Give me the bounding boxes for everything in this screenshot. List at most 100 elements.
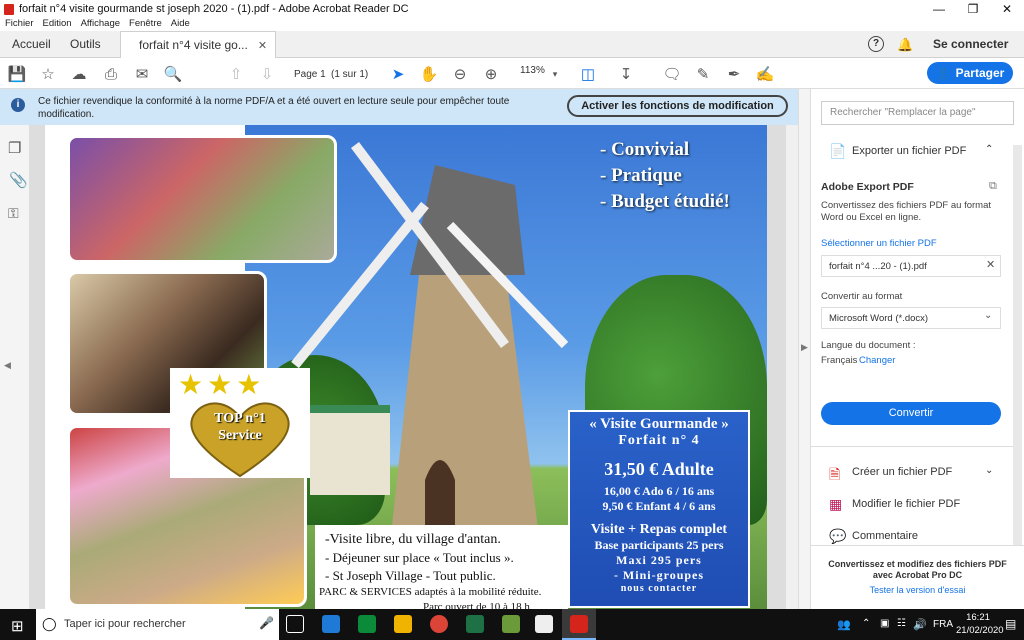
export-options-icon[interactable]: ⧉: [989, 180, 997, 193]
clock-time[interactable]: 16:21: [956, 612, 1000, 623]
title-bar: forfait n°4 visite gourmande st joseph 2…: [0, 0, 1024, 18]
convert-button[interactable]: Convertir: [821, 402, 1001, 425]
menu-bar: Fichier Edition Affichage Fenêtre Aide: [0, 18, 1024, 31]
bookmark-star-icon[interactable]: ☆: [37, 63, 59, 85]
windows-start-icon[interactable]: ⊞: [11, 617, 24, 635]
remove-file-icon[interactable]: ✕: [986, 258, 995, 271]
info-icon: i: [11, 98, 25, 112]
menu-fichier[interactable]: Fichier: [5, 18, 34, 31]
export-pdf-label[interactable]: Exporter un fichier PDF: [852, 145, 966, 157]
battery-icon[interactable]: ▣: [880, 618, 889, 629]
enable-editing-button[interactable]: Activer les fonctions de modification: [567, 95, 788, 117]
save-icon[interactable]: 💾: [6, 63, 28, 85]
select-cursor-icon[interactable]: ➤: [387, 63, 409, 85]
bell-icon[interactable]: 🔔: [897, 37, 913, 53]
sign-icon[interactable]: ✒: [723, 63, 745, 85]
panel-collapse-strip[interactable]: ▶: [798, 89, 811, 609]
comment-icon[interactable]: 🗨: [661, 63, 683, 85]
search-icon[interactable]: 🔍: [162, 63, 184, 85]
certificate-icon[interactable]: ⚿: [8, 205, 19, 222]
export-description: Convertissez des fichiers PDF au format …: [821, 200, 992, 223]
chevron-down-icon[interactable]: ⌄: [985, 465, 993, 476]
page-number-field[interactable]: Page 1: [294, 65, 326, 83]
upload-cloud-icon[interactable]: ☁: [68, 63, 90, 85]
edge-icon[interactable]: [322, 615, 340, 633]
offer-box: « Visite Gourmande » Forfait n° 4 31,50 …: [568, 410, 750, 608]
mill-tower: [390, 265, 540, 545]
notifications-icon[interactable]: ▤: [1005, 617, 1016, 631]
export-pdf-icon: 📄: [829, 143, 847, 159]
page-up-icon[interactable]: ⇧: [225, 63, 247, 85]
selected-file-field: forfait n°4 ...20 - (1).pdf: [821, 255, 1001, 277]
top-service-badge: ★★★ TOP n°1 Service: [170, 368, 310, 478]
chevron-up-icon[interactable]: ⌃: [985, 144, 993, 155]
hand-tool-icon[interactable]: ✋: [418, 63, 440, 85]
zoom-in-icon[interactable]: ⊕: [480, 63, 502, 85]
taskbar-search-box[interactable]: ◯ Taper ici pour rechercher 🎤: [36, 609, 279, 640]
paint-icon[interactable]: [502, 615, 520, 633]
task-view-icon[interactable]: [286, 615, 304, 633]
offer-ado: 16,00 € Ado 6 / 16 ans: [603, 484, 715, 498]
tab-outils[interactable]: Outils: [70, 31, 101, 58]
comment-label[interactable]: Commentaire: [852, 530, 918, 542]
info-message: Ce fichier revendique la conformité à la…: [38, 96, 510, 120]
media-player-icon[interactable]: [358, 615, 376, 633]
pages-thumbnail-icon[interactable]: ❐: [8, 139, 21, 157]
people-icon[interactable]: 👥: [837, 618, 851, 631]
excel-icon[interactable]: [466, 615, 484, 633]
close-window-button[interactable]: ✕: [990, 0, 1024, 18]
panel-scrollbar[interactable]: [1013, 145, 1022, 545]
zoom-out-icon[interactable]: ⊖: [449, 63, 471, 85]
panel-search-input[interactable]: Rechercher "Remplacer la page": [821, 101, 1014, 125]
document-scrollbar[interactable]: [786, 125, 798, 609]
restore-button[interactable]: ❐: [956, 0, 990, 18]
slogan-1: - Convivial: [600, 139, 690, 160]
expand-left-icon[interactable]: ◀: [4, 360, 11, 371]
close-tab-icon[interactable]: ✕: [258, 40, 267, 52]
volume-icon[interactable]: 🔊: [913, 618, 927, 631]
network-icon[interactable]: ☷: [897, 618, 906, 629]
share-button[interactable]: 👤 Partager: [927, 62, 1013, 84]
menu-fenetre[interactable]: Fenêtre: [129, 18, 162, 31]
taskbar: ⊞ ◯ Taper ici pour rechercher 🎤 👥 ⌃ ▣ ☷ …: [0, 609, 1024, 640]
menu-affichage[interactable]: Affichage: [81, 18, 120, 31]
attachment-icon[interactable]: 📎: [9, 171, 28, 189]
tab-accueil[interactable]: Accueil: [12, 31, 51, 58]
format-select[interactable]: Microsoft Word (*.docx): [821, 307, 1001, 329]
page-down-icon[interactable]: ⇩: [256, 63, 278, 85]
scroll-mode-icon[interactable]: ↧: [615, 63, 637, 85]
minimize-button[interactable]: —: [922, 0, 956, 18]
fill-sign-icon[interactable]: ✍: [754, 63, 776, 85]
slogan-2: - Pratique: [600, 165, 682, 186]
menu-aide[interactable]: Aide: [171, 18, 190, 31]
highlight-pen-icon[interactable]: ✎: [692, 63, 714, 85]
collapse-panel-icon[interactable]: ▶: [801, 342, 808, 353]
taskbar-search-icon: ◯: [42, 616, 57, 631]
adobe-export-title: Adobe Export PDF: [821, 181, 914, 193]
microphone-icon[interactable]: 🎤: [259, 616, 274, 630]
tab-document[interactable]: forfait n°4 visite go... ✕: [120, 31, 277, 59]
notepad-icon[interactable]: [535, 615, 553, 633]
help-icon[interactable]: ?: [868, 36, 884, 52]
acrobat-taskbar-icon: [570, 615, 588, 633]
email-icon[interactable]: ✉: [131, 63, 153, 85]
offer-mini: - Mini-groupes: [613, 568, 705, 582]
zoom-level[interactable]: 113%: [520, 65, 545, 76]
trial-link[interactable]: Tester la version d'essai: [811, 585, 1024, 595]
chrome-icon[interactable]: [430, 615, 448, 633]
select-file-link[interactable]: Sélectionner un fichier PDF: [821, 238, 937, 249]
change-lang-link[interactable]: Changer: [859, 355, 895, 366]
acrobat-taskbar-button[interactable]: [562, 609, 596, 640]
tray-chevron-icon[interactable]: ⌃: [862, 618, 870, 629]
print-icon[interactable]: ⎙: [100, 63, 122, 85]
convert-to-label: Convertir au format: [821, 291, 903, 302]
fit-page-icon[interactable]: ◫: [577, 63, 599, 85]
input-language[interactable]: FRA: [933, 619, 953, 630]
menu-edition[interactable]: Edition: [43, 18, 72, 31]
zoom-dropdown-icon[interactable]: ▾: [544, 63, 566, 85]
sign-in-link[interactable]: Se connecter: [933, 37, 1008, 51]
create-pdf-label[interactable]: Créer un fichier PDF: [852, 466, 952, 478]
clock-date[interactable]: 21/02/2020: [956, 625, 1004, 636]
edit-pdf-label[interactable]: Modifier le fichier PDF: [852, 498, 960, 510]
file-explorer-icon[interactable]: [394, 615, 412, 633]
